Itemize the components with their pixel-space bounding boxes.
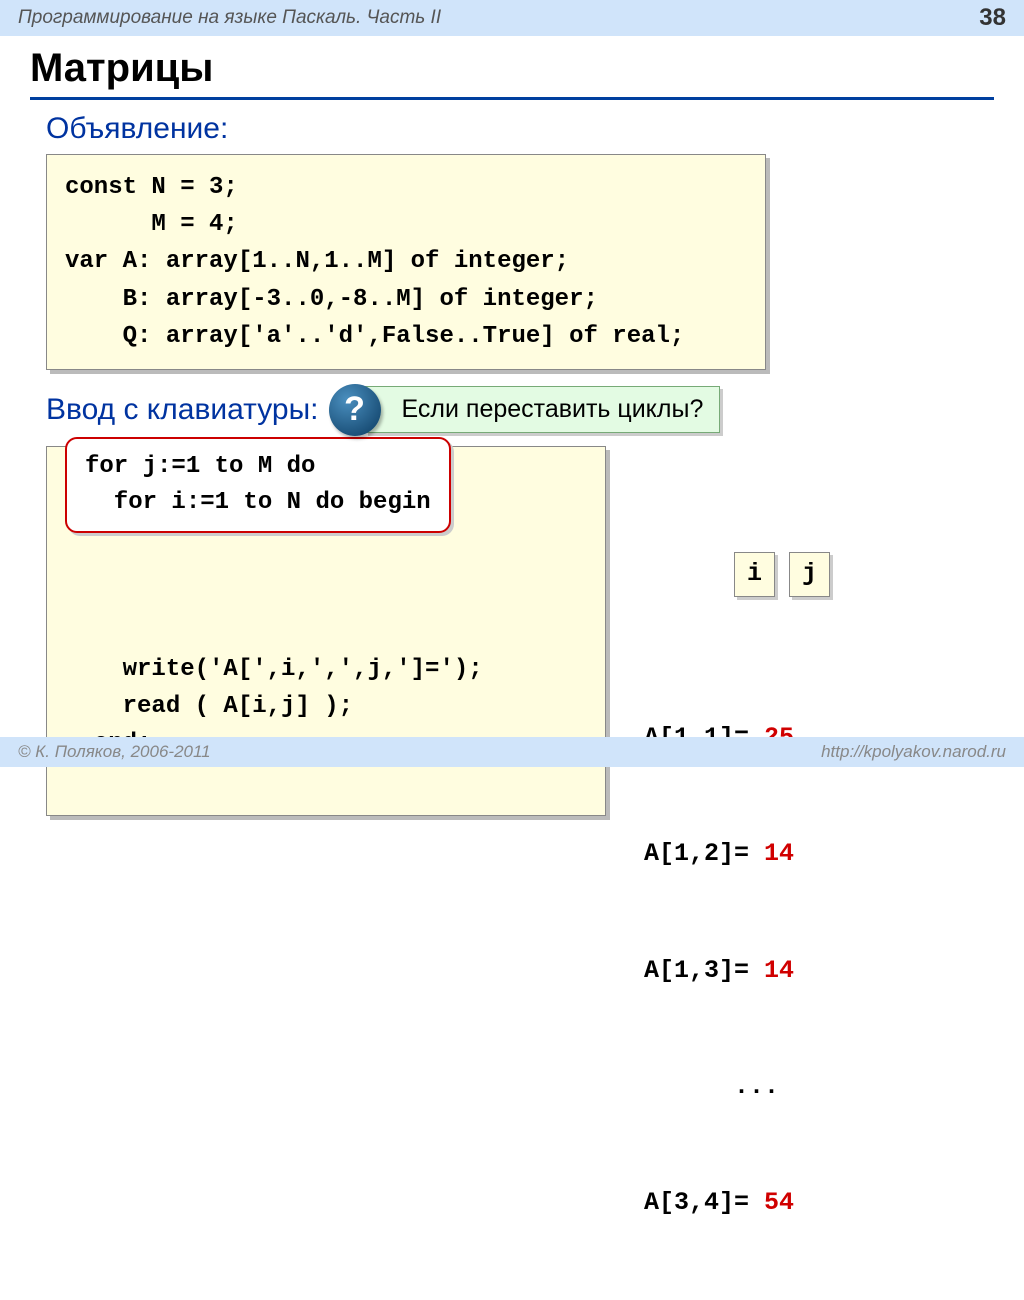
output-line: ... [644, 1068, 844, 1107]
code-input-overlay: for j:=1 to M do for i:=1 to N do begin [65, 437, 451, 533]
section-input: Ввод с клавиатуры: [0, 393, 319, 427]
page-title: Матрицы [0, 36, 1024, 97]
output-line: A[1,3]= 14 [644, 952, 844, 991]
question-icon: ? [329, 384, 381, 436]
code-declaration: const N = 3; M = 4; var A: array[1..N,1.… [46, 154, 766, 370]
ij-row: ij [644, 513, 844, 635]
slide-footer: © К. Поляков, 2006-2011 http://kpolyakov… [0, 737, 1024, 767]
output-panel: ij A[1,1]= 25 A[1,2]= 14 A[1,3]= 14 ... … [644, 436, 844, 1300]
question-text: Если переставить циклы? [365, 386, 721, 433]
footer-url: http://kpolyakov.narod.ru [821, 742, 1006, 762]
i-badge: i [734, 552, 775, 597]
slide-header: Программирование на языке Паскаль. Часть… [0, 0, 1024, 36]
output-line: A[1,2]= 14 [644, 835, 844, 874]
page-number: 38 [979, 4, 1006, 32]
course-name: Программирование на языке Паскаль. Часть… [18, 7, 441, 29]
section-declaration: Объявление: [0, 108, 1024, 154]
j-badge: j [789, 552, 830, 597]
copyright: © К. Поляков, 2006-2011 [18, 742, 211, 762]
output-line: A[3,4]= 54 [644, 1184, 844, 1223]
title-divider [30, 97, 994, 100]
